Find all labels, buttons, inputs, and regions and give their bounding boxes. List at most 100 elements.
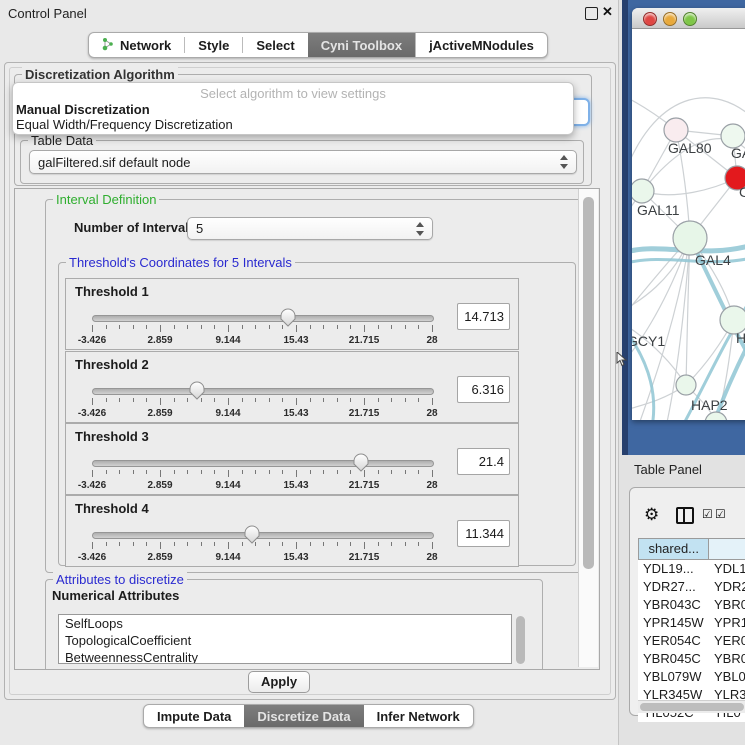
slider-tick bbox=[255, 470, 256, 474]
table-cell: YDL19... bbox=[638, 560, 709, 578]
threshold-1-value-field[interactable]: 14.713 bbox=[457, 303, 510, 330]
tab-label: Style bbox=[198, 38, 229, 53]
gear-icon[interactable]: ⚙ bbox=[644, 505, 659, 525]
slider-tick-label: 21.715 bbox=[349, 552, 380, 563]
table-row[interactable]: YDR27...YDR2 bbox=[638, 578, 745, 596]
slider-tick bbox=[187, 398, 188, 402]
table-hscrollbar-thumb[interactable] bbox=[640, 703, 744, 711]
slider-tick bbox=[296, 470, 297, 477]
slider-track[interactable] bbox=[92, 388, 434, 395]
tab-impute-data[interactable]: Impute Data bbox=[144, 705, 244, 727]
tab-discretize-data[interactable]: Discretize Data bbox=[244, 705, 363, 727]
checkbox-icon[interactable]: ☑ bbox=[715, 507, 726, 521]
slider-tick bbox=[337, 398, 338, 402]
slider-tick bbox=[432, 325, 433, 332]
dropdown-option-manual-discretization[interactable]: Manual Discretization bbox=[15, 102, 566, 118]
table-row[interactable]: YBR043CYBR0 bbox=[638, 596, 745, 614]
table-row[interactable]: YDL19...YDL1 bbox=[638, 560, 745, 578]
table-row[interactable]: YBL079WYBL0 bbox=[638, 668, 745, 686]
threshold-2-slider[interactable]: -3.4262.8599.14415.4321.71528 bbox=[92, 384, 432, 420]
slider-track[interactable] bbox=[92, 460, 434, 467]
close-icon[interactable]: ✕ bbox=[602, 4, 613, 20]
table-row[interactable]: YPR145WYPR1 bbox=[638, 614, 745, 632]
threshold-4-value-field[interactable]: 11.344 bbox=[457, 520, 510, 547]
network-node[interactable] bbox=[664, 118, 688, 142]
slider-tick-label: 21.715 bbox=[349, 408, 380, 419]
attribute-list-item[interactable]: SelfLoops bbox=[59, 615, 511, 632]
tab-label: Discretize Data bbox=[257, 709, 350, 724]
dropdown-option-equal-width[interactable]: Equal Width/Frequency Discretization bbox=[15, 117, 566, 133]
slider-handle-icon[interactable] bbox=[244, 525, 260, 544]
network-node[interactable] bbox=[705, 412, 727, 420]
tab-jactivemnodules[interactable]: jActiveMNodules bbox=[415, 33, 547, 57]
slider-tick bbox=[160, 542, 161, 549]
network-node[interactable] bbox=[673, 221, 707, 255]
threshold-1-slider[interactable]: -3.4262.8599.14415.4321.71528 bbox=[92, 311, 432, 347]
slider-handle-icon[interactable] bbox=[353, 453, 369, 472]
algorithm-dropdown-popup: Select algorithm to view settings Manual… bbox=[12, 82, 574, 135]
settings-scrollbar-thumb[interactable] bbox=[583, 197, 594, 569]
dropdown-hint-item[interactable]: Select algorithm to view settings bbox=[13, 86, 573, 101]
numerical-attributes-list[interactable]: SelfLoopsTopologicalCoefficientBetweenne… bbox=[58, 614, 512, 664]
number-of-intervals-combobox[interactable]: 5 bbox=[187, 217, 433, 240]
threshold-3-value-field[interactable]: 21.4 bbox=[457, 448, 510, 475]
tab-label: Network bbox=[120, 38, 171, 53]
network-canvas[interactable]: GAL80GACGAL11GAL4GCY1HHAP2 bbox=[632, 29, 745, 420]
network-window-titlebar[interactable] bbox=[632, 8, 745, 29]
float-window-icon[interactable] bbox=[585, 7, 598, 20]
slider-tick bbox=[269, 398, 270, 402]
slider-tick bbox=[364, 325, 365, 332]
close-traffic-light-icon[interactable] bbox=[643, 12, 657, 26]
threshold-3-slider[interactable]: -3.4262.8599.14415.4321.71528 bbox=[92, 456, 432, 492]
slider-handle-icon[interactable] bbox=[189, 381, 205, 400]
apply-button[interactable]: Apply bbox=[248, 671, 310, 693]
slider-tick bbox=[160, 325, 161, 332]
table-row[interactable]: YBR045CYBR0 bbox=[638, 650, 745, 668]
slider-tick-label: 2.859 bbox=[147, 480, 172, 491]
threshold-4-slider[interactable]: -3.4262.8599.14415.4321.71528 bbox=[92, 528, 432, 564]
slider-tick bbox=[174, 470, 175, 474]
slider-tick bbox=[146, 542, 147, 546]
slider-tick bbox=[310, 470, 311, 474]
tab-cyni-toolbox[interactable]: Cyni Toolbox bbox=[308, 33, 415, 57]
tab-style[interactable]: Style bbox=[185, 33, 242, 57]
slider-track[interactable] bbox=[92, 315, 434, 322]
network-node[interactable] bbox=[632, 179, 654, 203]
node-table: shared... na YDL19...YDL1YDR27...YDR2YBR… bbox=[638, 538, 745, 722]
attribute-list-item[interactable]: BetweennessCentrality bbox=[59, 649, 511, 664]
slider-tick bbox=[242, 325, 243, 329]
split-columns-icon[interactable] bbox=[676, 507, 694, 524]
slider-tick bbox=[350, 470, 351, 474]
slider-tick bbox=[418, 398, 419, 402]
slider-tick bbox=[242, 542, 243, 546]
slider-tick bbox=[187, 542, 188, 546]
tab-select[interactable]: Select bbox=[243, 33, 307, 57]
slider-tick bbox=[269, 542, 270, 546]
zoom-traffic-light-icon[interactable] bbox=[683, 12, 697, 26]
slider-tick bbox=[228, 325, 229, 332]
table-data-combobox[interactable]: galFiltered.sif default node bbox=[29, 150, 577, 174]
checkbox-icon[interactable]: ☑ bbox=[702, 507, 713, 521]
slider-tick bbox=[146, 398, 147, 402]
slider-handle-icon[interactable] bbox=[280, 308, 296, 327]
table-hscrollbar[interactable] bbox=[638, 700, 745, 713]
slider-tick bbox=[133, 542, 134, 546]
tab-infer-network[interactable]: Infer Network bbox=[364, 705, 473, 727]
attribute-list-item[interactable]: TopologicalCoefficient bbox=[59, 632, 511, 649]
settings-scrollbar[interactable] bbox=[578, 189, 598, 667]
slider-track[interactable] bbox=[92, 532, 434, 539]
tab-network[interactable]: Network bbox=[89, 33, 184, 57]
threshold-1-panel: Threshold 1 -3.4262.8599.14415.4321.7152… bbox=[65, 278, 519, 350]
slider-tick bbox=[228, 398, 229, 405]
threshold-2-value-field[interactable]: 6.316 bbox=[457, 376, 510, 403]
slider-tick-label: 28 bbox=[426, 335, 437, 346]
minimize-traffic-light-icon[interactable] bbox=[663, 12, 677, 26]
column-header-name[interactable]: na bbox=[708, 539, 745, 559]
table-row[interactable]: YER054CYER0 bbox=[638, 632, 745, 650]
list-scrollbar-thumb[interactable] bbox=[516, 616, 525, 664]
slider-tick bbox=[405, 398, 406, 402]
column-header-shared[interactable]: shared... bbox=[638, 539, 708, 559]
network-node[interactable] bbox=[676, 375, 696, 395]
table-cell: YDR2 bbox=[709, 578, 745, 596]
group-label: Threshold's Coordinates for 5 Intervals bbox=[66, 255, 295, 270]
